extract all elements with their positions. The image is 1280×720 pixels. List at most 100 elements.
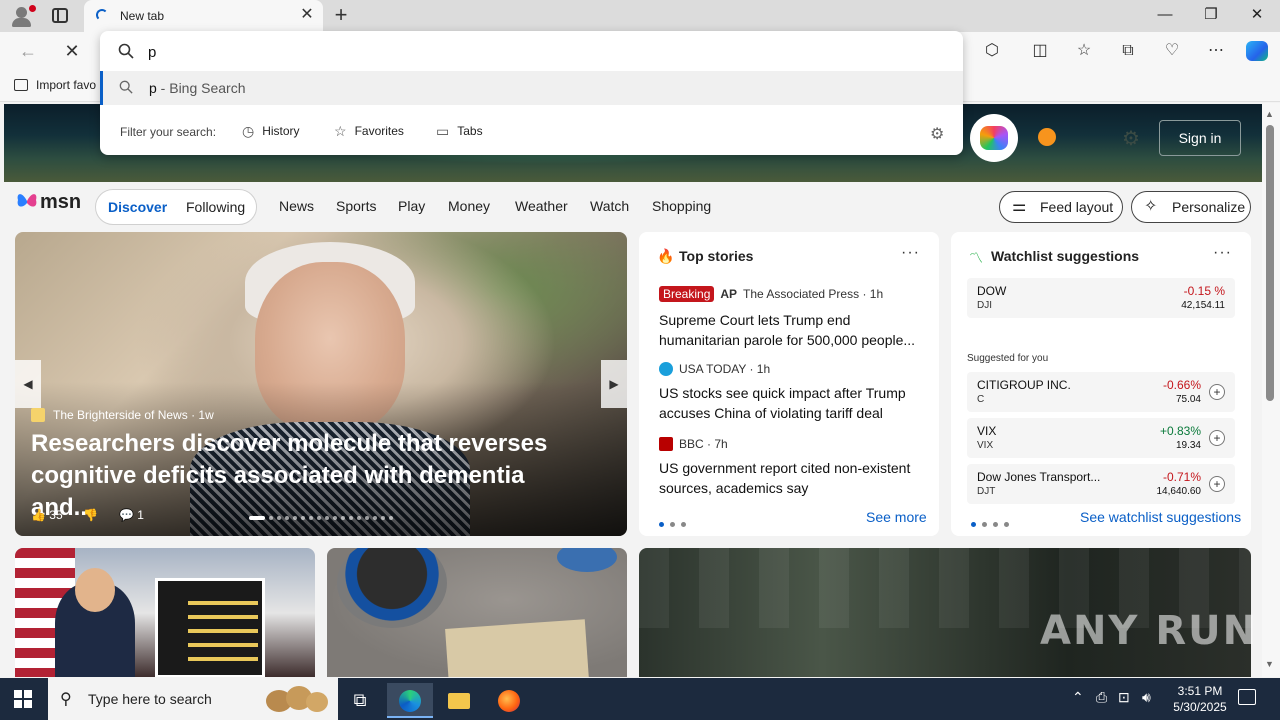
collections-icon[interactable]: ⧉ bbox=[1116, 40, 1140, 62]
show-hidden-icons-icon[interactable]: ⌃ bbox=[1072, 689, 1084, 706]
rewards-icon[interactable] bbox=[1038, 128, 1056, 146]
add-to-watchlist-icon[interactable]: + bbox=[1209, 430, 1225, 446]
close-window-button[interactable]: ✕ bbox=[1242, 4, 1272, 26]
tab-close-icon[interactable]: ✕ bbox=[298, 6, 316, 24]
more-options-icon[interactable]: ··· bbox=[1213, 244, 1232, 262]
watchlist-title: Watchlist suggestions bbox=[991, 248, 1140, 264]
feed-layout-button[interactable]: ⚌ Feed layout bbox=[999, 191, 1123, 223]
story-headline[interactable]: US government report cited non-existent … bbox=[659, 458, 929, 498]
add-to-watchlist-icon[interactable]: + bbox=[1209, 476, 1225, 492]
suggestion-suffix: - Bing Search bbox=[156, 80, 246, 96]
dislike-button[interactable]: 👎 bbox=[83, 508, 98, 522]
filter-history[interactable]: ◷ History bbox=[242, 123, 300, 140]
scroll-up-icon[interactable]: ▲ bbox=[1265, 109, 1274, 119]
nav-news[interactable]: News bbox=[279, 198, 314, 214]
stock-price: 42,154.11 bbox=[1181, 300, 1225, 311]
taskbar-clock[interactable]: 3:51 PM 5/30/2025 bbox=[1167, 683, 1233, 715]
news-card-image[interactable] bbox=[327, 548, 627, 677]
nav-shopping[interactable]: Shopping bbox=[652, 198, 711, 214]
news-card-image[interactable] bbox=[15, 548, 315, 677]
copilot-button[interactable] bbox=[970, 114, 1018, 162]
firefox-icon[interactable] bbox=[486, 683, 532, 718]
performance-icon[interactable]: ♡ bbox=[1160, 40, 1184, 62]
search-settings-gear-icon[interactable]: ⚙ bbox=[930, 124, 944, 144]
page-settings-gear-icon[interactable]: ⚙ bbox=[1122, 126, 1140, 151]
hero-story-card[interactable]: ◀ ▶ The Brighterside of News · 1w Resear… bbox=[15, 232, 627, 536]
story-headline[interactable]: US stocks see quick impact after Trump a… bbox=[659, 383, 929, 423]
breaking-badge: Breaking bbox=[659, 286, 715, 302]
nav-sports[interactable]: Sports bbox=[336, 198, 376, 214]
stock-name: CITIGROUP INC. bbox=[977, 378, 1071, 392]
comments-button[interactable]: 💬 1 bbox=[119, 508, 144, 522]
filter-label: Filter your search: bbox=[120, 125, 217, 139]
scroll-down-icon[interactable]: ▼ bbox=[1265, 659, 1274, 669]
windows-start-icon[interactable] bbox=[14, 690, 32, 708]
msn-logo[interactable]: msn bbox=[16, 191, 81, 214]
watchlist-row[interactable]: VIX VIX +0.83% 19.34 bbox=[967, 418, 1235, 458]
image-detail bbox=[155, 578, 265, 677]
tab-new-tab[interactable]: New tab ✕ bbox=[84, 0, 323, 32]
image-detail bbox=[75, 568, 115, 612]
see-watchlist-suggestions-link[interactable]: See watchlist suggestions bbox=[1080, 509, 1241, 525]
see-more-link[interactable]: See more bbox=[866, 509, 927, 525]
watchlist-row[interactable]: DOW DJI -0.15 % 42,154.11 bbox=[967, 278, 1235, 318]
title-bar: New tab ✕ + — ❐ ✕ bbox=[0, 0, 1280, 32]
butterfly-icon bbox=[17, 194, 37, 207]
tab-following[interactable]: Following bbox=[186, 199, 245, 215]
tab-title: New tab bbox=[120, 9, 165, 23]
tab-actions-icon[interactable] bbox=[52, 8, 68, 23]
hero-headline[interactable]: Researchers discover molecule that rever… bbox=[31, 428, 591, 524]
task-view-icon[interactable]: ⧉ bbox=[337, 683, 383, 718]
volume-icon[interactable]: 🔊︎ bbox=[1142, 689, 1151, 706]
edge-taskbar-icon[interactable] bbox=[387, 683, 433, 718]
filter-favorites[interactable]: ☆ Favorites bbox=[334, 123, 404, 140]
tab-discover[interactable]: Discover bbox=[108, 199, 167, 215]
watchlist-row[interactable]: CITIGROUP INC. C -0.66% 75.04 bbox=[967, 372, 1235, 412]
loading-spinner-icon bbox=[96, 9, 108, 21]
page-indicator bbox=[971, 515, 1015, 530]
back-button[interactable]: ← bbox=[16, 40, 40, 62]
network-icon[interactable]: ⊡ bbox=[1118, 689, 1130, 706]
minimize-button[interactable]: — bbox=[1150, 4, 1180, 26]
sign-in-button[interactable]: Sign in bbox=[1159, 120, 1241, 156]
stock-ticker: DJI bbox=[977, 300, 992, 311]
story-headline[interactable]: Supreme Court lets Trump end humanitaria… bbox=[659, 310, 929, 350]
taskbar-search-box[interactable]: ⚲ Type here to search bbox=[48, 678, 338, 720]
copilot-icon[interactable] bbox=[1246, 41, 1268, 61]
stop-loading-button[interactable]: ✕ bbox=[60, 40, 84, 62]
stock-price: 19.34 bbox=[1175, 440, 1201, 451]
favorites-icon[interactable]: ☆ bbox=[1072, 40, 1096, 62]
device-icon[interactable]: ⎙ bbox=[1096, 689, 1107, 706]
file-explorer-icon[interactable] bbox=[436, 683, 482, 718]
scrollbar-thumb[interactable] bbox=[1266, 125, 1274, 401]
nav-play[interactable]: Play bbox=[398, 198, 425, 214]
usa-today-logo-icon bbox=[659, 362, 673, 376]
clock-time: 3:51 PM bbox=[1177, 684, 1223, 698]
new-tab-button[interactable]: + bbox=[330, 4, 352, 26]
more-options-icon[interactable]: ··· bbox=[901, 244, 920, 262]
restore-button[interactable]: ❐ bbox=[1196, 4, 1226, 26]
like-button[interactable]: 👍 35 bbox=[31, 508, 63, 522]
carousel-prev-icon[interactable]: ◀ bbox=[15, 360, 41, 408]
nav-watch[interactable]: Watch bbox=[590, 198, 629, 214]
address-input[interactable] bbox=[148, 41, 928, 63]
page-scrollbar[interactable]: ▲ ▼ bbox=[1262, 103, 1280, 677]
thumbs-up-icon: 👍 bbox=[31, 508, 46, 522]
split-screen-icon[interactable]: ◫ bbox=[1028, 40, 1052, 62]
story-source: Breaking AP The Associated Press · 1h bbox=[659, 286, 883, 302]
stock-ticker: DJT bbox=[977, 486, 996, 497]
nav-weather[interactable]: Weather bbox=[515, 198, 568, 214]
profile-icon[interactable] bbox=[10, 5, 36, 27]
source-logo-icon bbox=[31, 408, 45, 422]
carousel-next-icon[interactable]: ▶ bbox=[601, 360, 627, 408]
personalize-button[interactable]: ✧ Personalize bbox=[1131, 191, 1251, 223]
settings-more-icon[interactable]: ⋯ bbox=[1204, 40, 1228, 62]
import-favorites-button[interactable]: Import favo bbox=[14, 78, 96, 92]
filter-tabs[interactable]: ▭ Tabs bbox=[436, 123, 483, 140]
suggestion-bing-search[interactable]: p - Bing Search bbox=[100, 71, 963, 105]
nav-money[interactable]: Money bbox=[448, 198, 490, 214]
extensions-icon[interactable]: ⬡ bbox=[980, 40, 1004, 62]
add-to-watchlist-icon[interactable]: + bbox=[1209, 384, 1225, 400]
notifications-icon[interactable] bbox=[1238, 689, 1256, 705]
watchlist-row[interactable]: Dow Jones Transport... DJT -0.71% 14,640… bbox=[967, 464, 1235, 504]
